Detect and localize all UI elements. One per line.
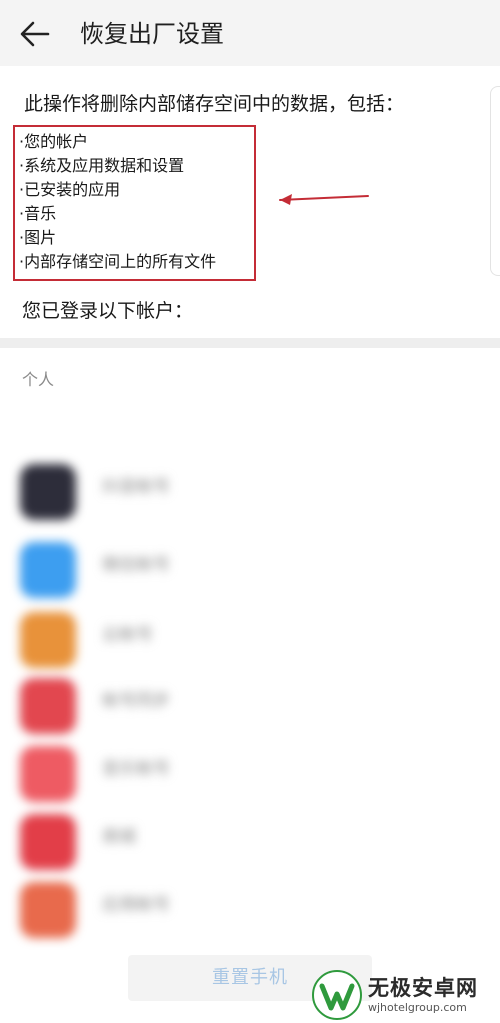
annotation-arrow-icon: [279, 194, 369, 205]
watermark-url: wjhotelgroup.com: [368, 1001, 467, 1014]
intro-text: 此操作将删除内部储存空间中的数据，包括：: [24, 93, 405, 115]
account-name: 帐号同步: [102, 691, 170, 711]
page-title: 恢复出厂设置: [80, 20, 224, 48]
app-icon: [20, 746, 76, 802]
top-bar: 恢复出厂设置: [0, 0, 500, 66]
account-item[interactable]: 微信帐号: [0, 538, 500, 600]
info-panel: 此操作将删除内部储存空间中的数据，包括： ·您的帐户 ·系统及应用数据和设置 ·…: [0, 66, 500, 338]
account-item[interactable]: 应用帐号: [0, 878, 500, 940]
app-icon: [20, 542, 76, 598]
account-name: 应用帐号: [102, 895, 170, 915]
account-item[interactable]: 音乐帐号: [0, 742, 500, 804]
watermark-logo-icon: [312, 970, 362, 1020]
list-item: ·图片: [19, 228, 57, 247]
account-name: 抖音帐号: [102, 477, 170, 497]
accounts-label: 您已登录以下帐户：: [22, 300, 194, 322]
data-list: ·您的帐户 ·系统及应用数据和设置 ·已安装的应用 ·音乐 ·图片 ·内部存储空…: [19, 130, 216, 274]
arrow-left-icon: [20, 21, 50, 47]
account-name: 音乐帐号: [102, 759, 170, 779]
app-icon: [20, 612, 76, 668]
list-item: ·您的帐户: [19, 132, 89, 151]
account-item[interactable]: 商城: [0, 810, 500, 872]
list-item: ·内部存储空间上的所有文件: [19, 252, 217, 271]
app-icon: [20, 814, 76, 870]
app-icon: [20, 882, 76, 938]
account-name: 微信帐号: [102, 555, 170, 575]
watermark: 无极安卓网 wjhotelgroup.com: [312, 970, 500, 1020]
app-icon: [20, 678, 76, 734]
list-item: ·已安装的应用: [19, 180, 121, 199]
account-item[interactable]: 云帐号: [0, 608, 500, 670]
list-item: ·音乐: [19, 204, 57, 223]
app-icon: [20, 464, 76, 520]
back-button[interactable]: [18, 18, 54, 50]
account-name: 商城: [102, 827, 136, 847]
section-divider: [0, 338, 500, 348]
watermark-name: 无极安卓网: [368, 976, 478, 1000]
section-label-personal: 个人: [22, 370, 55, 389]
list-item: ·系统及应用数据和设置: [19, 156, 185, 175]
side-card-edge: [490, 86, 500, 276]
account-item[interactable]: 抖音帐号: [0, 460, 500, 522]
account-item[interactable]: 帐号同步: [0, 674, 500, 736]
account-name: 云帐号: [102, 625, 153, 645]
